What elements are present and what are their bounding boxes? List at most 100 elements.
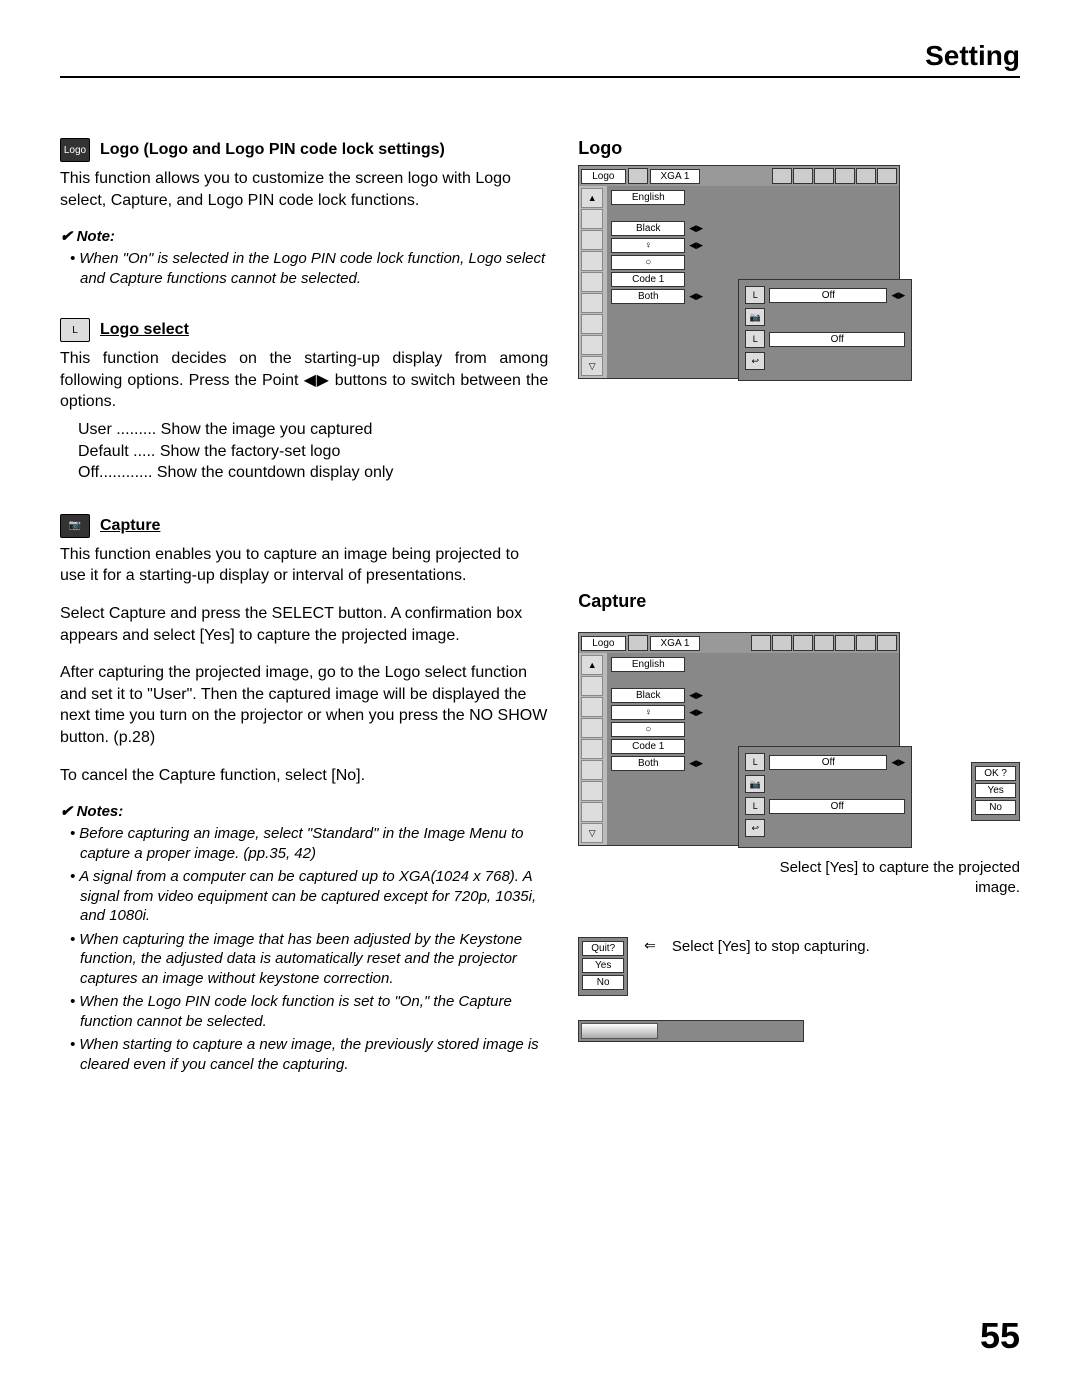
logo-para1: This function allows you to customize th… bbox=[60, 168, 548, 211]
sub-off-1b: Off bbox=[769, 755, 887, 770]
confirm-no: No bbox=[975, 800, 1016, 815]
side-icon bbox=[581, 781, 603, 801]
opt-user: User ......... Show the image you captur… bbox=[78, 419, 548, 441]
sub-l-icon-2: L bbox=[745, 753, 765, 771]
top-icon bbox=[877, 635, 897, 651]
sub-off-2: Off bbox=[769, 332, 905, 347]
logo-section-title: Logo (Logo and Logo PIN code lock settin… bbox=[100, 141, 445, 159]
menu-row-both-2: Both bbox=[611, 756, 685, 771]
logo-select-head: L Logo select bbox=[60, 318, 548, 342]
menu-sidebar-2: ▲ ▽ bbox=[579, 653, 607, 845]
lr-arrows-icon: ◀▶ bbox=[689, 291, 703, 302]
sub-cam-icon: 📷 bbox=[745, 308, 765, 326]
menu-tab-logo-1: Logo bbox=[581, 169, 625, 184]
menu-row-4: ○ bbox=[611, 255, 685, 270]
quit-label: Quit? bbox=[582, 941, 624, 956]
lr-arrows-icon: ◀▶ bbox=[689, 707, 703, 718]
menu-row-4-2: ○ bbox=[611, 722, 685, 737]
capture-para1: This function enables you to capture an … bbox=[60, 544, 548, 587]
side-up-icon: ▲ bbox=[581, 188, 603, 208]
menu-mode-2: XGA 1 bbox=[650, 636, 701, 651]
side-icon bbox=[581, 230, 603, 250]
menu-row-english-2: English bbox=[611, 657, 685, 672]
logo-select-title: Logo select bbox=[100, 321, 189, 339]
top-icon bbox=[772, 168, 792, 184]
side-icon bbox=[581, 314, 603, 334]
top-icon bbox=[814, 168, 834, 184]
menu-topbar-2: Logo XGA 1 bbox=[579, 633, 899, 653]
logo-menu-figure: Logo XGA 1 bbox=[578, 165, 1020, 381]
menu-row-code1-2: Code 1 bbox=[611, 739, 685, 754]
top-icon bbox=[793, 635, 813, 651]
side-icon bbox=[581, 293, 603, 313]
menu-row-both: Both bbox=[611, 289, 685, 304]
side-icon bbox=[581, 272, 603, 292]
page: Setting Logo Logo (Logo and Logo PIN cod… bbox=[0, 0, 1080, 1397]
capture-icon: 📷 bbox=[60, 514, 90, 538]
side-icon bbox=[581, 760, 603, 780]
progress-fill bbox=[581, 1023, 658, 1039]
sub-lock-icon-2: L bbox=[745, 797, 765, 815]
menu-sidebar-1: ▲ ▽ bbox=[579, 186, 607, 378]
opt-default: Default ..... Show the factory-set logo bbox=[78, 441, 548, 463]
logo-section-head: Logo Logo (Logo and Logo PIN code lock s… bbox=[60, 138, 548, 162]
sub-l-icon: L bbox=[745, 286, 765, 304]
top-icon bbox=[793, 168, 813, 184]
caption-2: Select [Yes] to stop capturing. bbox=[672, 937, 870, 957]
logo-icon: Logo bbox=[60, 138, 90, 162]
sub-lock-icon: L bbox=[745, 330, 765, 348]
top-icon bbox=[772, 635, 792, 651]
lr-arrows-icon: ◀▶ bbox=[689, 690, 703, 701]
side-icon bbox=[581, 251, 603, 271]
menu-topbar-1: Logo XGA 1 bbox=[579, 166, 899, 186]
capture-para2: Select Capture and press the SELECT butt… bbox=[60, 603, 548, 646]
menu-row-black: Black bbox=[611, 221, 685, 236]
side-icon bbox=[581, 335, 603, 355]
side-down-icon: ▽ bbox=[581, 356, 603, 376]
quit-no: No bbox=[582, 975, 624, 990]
note-head-1: Note: bbox=[60, 227, 548, 245]
note-c2: A signal from a computer can be captured… bbox=[80, 867, 548, 926]
note-c1: Before capturing an image, select "Stand… bbox=[80, 824, 548, 863]
lr-arrows-icon: ◀▶ bbox=[689, 240, 703, 251]
sub-cam-icon-2: 📷 bbox=[745, 775, 765, 793]
top-icon bbox=[751, 635, 771, 651]
top-icon bbox=[835, 168, 855, 184]
quit-box: Quit? Yes No bbox=[578, 937, 628, 996]
sub-panel-2: LOff◀▶ 📷 LOff ↩ bbox=[738, 746, 912, 848]
lr-arrows-icon: ◀▶ bbox=[689, 223, 703, 234]
left-column: Logo Logo (Logo and Logo PIN code lock s… bbox=[60, 138, 548, 1078]
capture-para3: After capturing the projected image, go … bbox=[60, 662, 548, 748]
note-c3: When capturing the image that has been a… bbox=[80, 930, 548, 989]
top-icon bbox=[856, 635, 876, 651]
sub-panel-1: LOff◀▶ 📷 LOff ↩ bbox=[738, 279, 912, 381]
lr-arrows-icon: ◀▶ bbox=[891, 757, 905, 768]
quit-row: Quit? Yes No ⇐ Select [Yes] to stop capt… bbox=[578, 937, 1020, 996]
capture-menu-figure: Logo XGA 1 bbox=[578, 632, 1020, 1042]
sub-off-2b: Off bbox=[769, 799, 905, 814]
right-capture-title: Capture bbox=[578, 591, 1020, 612]
menu-row-3-2: ♀ bbox=[611, 705, 685, 720]
lr-arrows-icon: ◀▶ bbox=[891, 290, 905, 301]
menu-row-3: ♀ bbox=[611, 238, 685, 253]
confirm-box: OK ? Yes No bbox=[971, 762, 1020, 821]
top-icon bbox=[814, 635, 834, 651]
topbar-icon bbox=[628, 635, 648, 651]
note-c4: When the Logo PIN code lock function is … bbox=[80, 992, 548, 1031]
capture-title: Capture bbox=[100, 517, 160, 535]
sub-exit-icon: ↩ bbox=[745, 352, 765, 370]
menu-row-black-2: Black bbox=[611, 688, 685, 703]
lr-arrows-icon: ◀▶ bbox=[689, 758, 703, 769]
capture-para4: To cancel the Capture function, select [… bbox=[60, 765, 548, 787]
menu-row-english: English bbox=[611, 190, 685, 205]
right-column: Logo Logo XGA 1 bbox=[578, 138, 1020, 1078]
side-icon bbox=[581, 739, 603, 759]
side-up-icon: ▲ bbox=[581, 655, 603, 675]
menu-mode-1: XGA 1 bbox=[650, 169, 701, 184]
top-icon bbox=[877, 168, 897, 184]
side-down-icon: ▽ bbox=[581, 823, 603, 843]
progress-bar bbox=[578, 1020, 804, 1042]
top-icon bbox=[856, 168, 876, 184]
page-header: Setting bbox=[60, 40, 1020, 78]
page-number: 55 bbox=[980, 1315, 1020, 1357]
